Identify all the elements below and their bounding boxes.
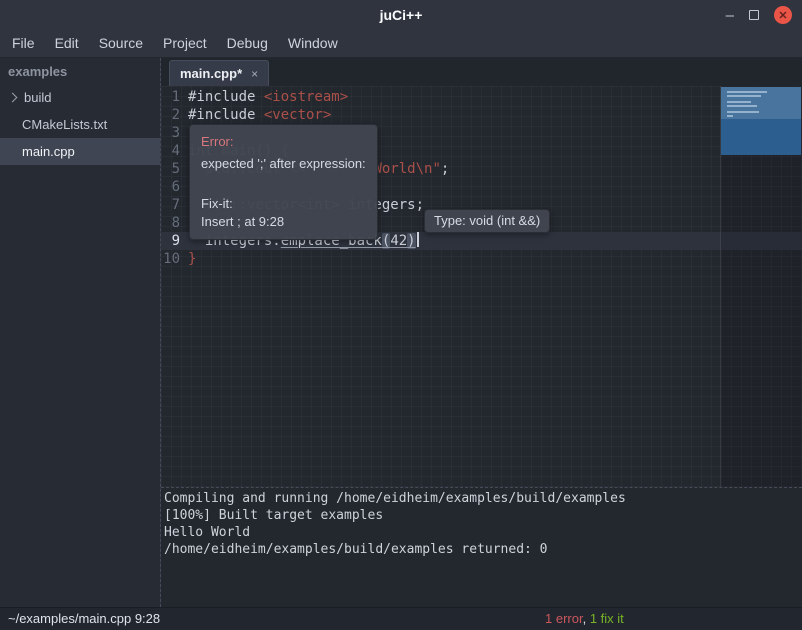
sidebar-item-label: CMakeLists.txt [22,117,107,132]
project-folder-header[interactable]: examples [0,58,160,84]
window-title: juCi++ [380,7,423,23]
editor-line[interactable]: 2#include <vector> [161,106,802,124]
type-tooltip: Type: void (int &&) [424,209,550,233]
line-number: 8 [161,214,188,232]
sidebar-item-label: main.cpp [22,144,75,159]
tabbar: main.cpp* × [161,58,802,86]
line-number: 9 [161,232,188,250]
terminal-line: Compiling and running /home/eidheim/exam… [164,490,802,507]
status-diagnostics: 1 error, 1 fix it [545,608,624,630]
terminal-line: Hello World [164,524,802,541]
editor-line[interactable]: 1#include <iostream> [161,88,802,106]
editor-line[interactable]: 10} [161,250,802,268]
line-number: 3 [161,124,188,142]
menu-item-edit[interactable]: Edit [45,30,89,58]
terminal-line: [100%] Built target examples [164,507,802,524]
menu-item-file[interactable]: File [2,30,45,58]
line-number: 7 [161,196,188,214]
file-tree-panel: examples build CMakeLists.txt main.cpp [0,58,160,607]
terminal-output[interactable]: Compiling and running /home/eidheim/exam… [161,487,802,607]
code-editor[interactable]: 1#include <iostream>2#include <vector>34… [161,86,802,487]
tab-close-icon[interactable]: × [251,67,258,81]
fixit-text: Insert ; at 9:28 [201,213,366,231]
file-tree: build CMakeLists.txt main.cpp [0,84,160,165]
minimize-icon[interactable]: – [726,8,734,23]
app-window: juCi++ – ✕ FileEditSourceProjectDebugWin… [0,0,802,630]
status-file-position: ~/examples/main.cpp 9:28 [8,608,160,630]
sidebar-item-label: build [24,90,51,105]
status-separator: , [583,611,590,626]
menu-item-source[interactable]: Source [89,30,153,58]
chevron-right-icon[interactable] [8,93,18,103]
tab-main-cpp[interactable]: main.cpp* × [169,60,269,86]
maximize-icon[interactable] [749,10,759,20]
menu-item-project[interactable]: Project [153,30,217,58]
line-number: 5 [161,160,188,178]
line-number: 2 [161,106,188,124]
error-tooltip-title: Error: [201,133,366,151]
minimap[interactable] [721,87,801,155]
menu-item-window[interactable]: Window [278,30,348,58]
terminal-line: /home/eidheim/examples/build/examples re… [164,541,802,558]
tab-label: main.cpp* [180,66,242,81]
code-text: #include <vector> [188,106,331,124]
editor-column: main.cpp* × 1#include <iostream>2#includ… [160,58,802,607]
menubar: FileEditSourceProjectDebugWindow [0,30,802,58]
menu-item-debug[interactable]: Debug [217,30,278,58]
sidebar-item-main-cpp[interactable]: main.cpp [0,138,160,165]
line-number: 1 [161,88,188,106]
code-text: #include <iostream> [188,88,348,106]
fixit-title: Fix-it: [201,195,366,213]
error-tooltip-message: expected ';' after expression: [201,155,366,173]
line-number: 10 [161,250,188,268]
status-fixit-count: 1 fix it [590,611,624,626]
statusbar: ~/examples/main.cpp 9:28 1 error, 1 fix … [0,607,802,630]
sidebar-item-build[interactable]: build [0,84,160,111]
line-number: 4 [161,142,188,160]
line-number: 6 [161,178,188,196]
close-icon[interactable]: ✕ [774,6,792,24]
titlebar[interactable]: juCi++ – ✕ [0,0,802,30]
status-error-count: 1 error [545,611,583,626]
code-text: } [188,250,196,268]
error-tooltip: Error: expected ';' after expression: Fi… [189,124,378,240]
window-controls: – ✕ [726,0,792,30]
sidebar-item-cmakelists-txt[interactable]: CMakeLists.txt [0,111,160,138]
main-body: examples build CMakeLists.txt main.cpp mai… [0,58,802,607]
